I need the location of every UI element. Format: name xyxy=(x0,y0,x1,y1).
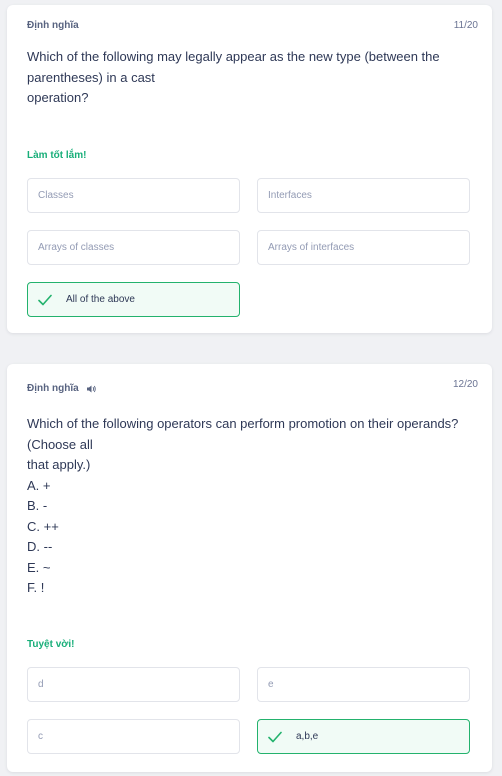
question-line: operation? xyxy=(27,90,89,105)
term-label-text: Định nghĩa xyxy=(27,20,79,31)
question-line: parentheses) in a cast xyxy=(27,69,155,85)
answer-option[interactable]: Arrays of interfaces xyxy=(257,230,470,265)
answer-option[interactable]: e xyxy=(257,667,470,702)
question-text: Which of the following operators can per… xyxy=(27,414,477,599)
question-line: E. ~ xyxy=(27,559,51,575)
question-line: A. + xyxy=(27,477,51,493)
question-line: that apply.) xyxy=(27,457,91,472)
question-counter: 11/20 xyxy=(453,20,478,31)
flashcard-question-11: Định nghĩa 11/20 Which of the following … xyxy=(7,5,492,333)
question-line: D. -- xyxy=(27,539,53,554)
answer-option-text: Arrays of interfaces xyxy=(268,242,355,253)
feedback-message: Làm tốt lắm! xyxy=(27,150,87,161)
question-line: B. - xyxy=(27,498,48,513)
question-line: C. ++ xyxy=(27,518,59,534)
answer-option-text: Arrays of classes xyxy=(38,242,115,253)
feedback-message: Tuyệt vời! xyxy=(27,639,75,650)
answer-option-correct[interactable]: All of the above xyxy=(27,282,240,317)
speaker-icon[interactable] xyxy=(86,385,96,393)
answer-option-correct[interactable]: a,b,e xyxy=(257,719,470,754)
answer-option-text: Interfaces xyxy=(268,190,312,201)
question-line: Which of the following operators can per… xyxy=(27,416,459,431)
question-line: Which of the following may legally appea… xyxy=(27,49,440,64)
answer-option-text: All of the above xyxy=(66,294,135,305)
question-line: (Choose all xyxy=(27,436,93,452)
answer-option[interactable]: c xyxy=(27,719,240,754)
answer-option[interactable]: Classes xyxy=(27,178,240,213)
question-line: F. ! xyxy=(27,580,45,595)
flashcard-question-12: Định nghĩa 12/20 Which of the following … xyxy=(7,364,492,772)
answer-option-text: a,b,e xyxy=(296,731,319,742)
answer-option-text: d xyxy=(38,679,44,690)
answer-option[interactable]: Interfaces xyxy=(257,178,470,213)
answer-option-text: Classes xyxy=(38,190,74,201)
term-label: Định nghĩa xyxy=(27,383,96,394)
answer-option[interactable]: Arrays of classes xyxy=(27,230,240,265)
answer-option[interactable]: d xyxy=(27,667,240,702)
term-label-text: Định nghĩa xyxy=(27,383,79,394)
answer-option-text: c xyxy=(38,731,43,742)
question-text: Which of the following may legally appea… xyxy=(27,47,477,109)
term-label: Định nghĩa xyxy=(27,20,79,31)
checkmark-icon xyxy=(38,294,52,306)
answer-option-text: e xyxy=(268,679,274,690)
checkmark-icon xyxy=(268,731,282,743)
question-counter: 12/20 xyxy=(452,379,478,390)
